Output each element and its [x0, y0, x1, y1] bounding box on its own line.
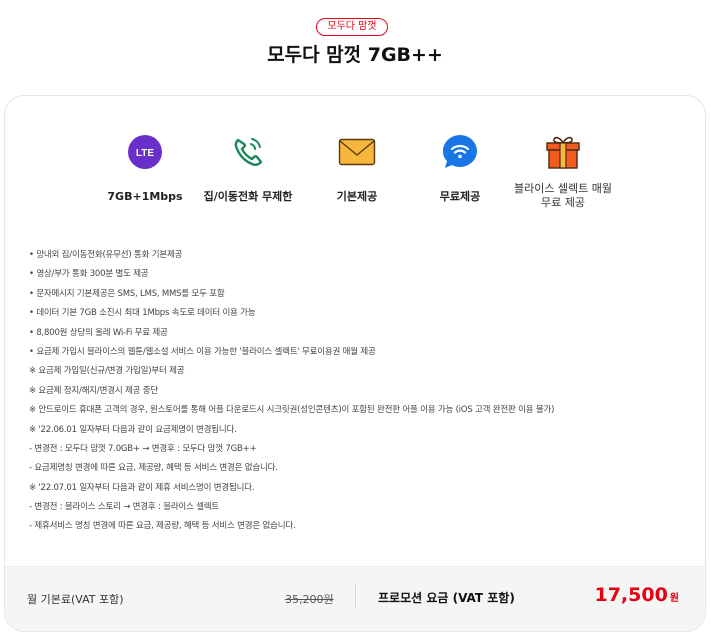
note-item: ※ 요금제 가입일(신규/변경 가입일)부터 제공 [29, 366, 185, 377]
note-item: • 영상/부가 통화 300분 별도 제공 [29, 269, 149, 280]
base-fee-label: 월 기본료(VAT 포함) [27, 593, 124, 606]
feature-label: 기본제공 [336, 190, 378, 203]
price-divider [355, 585, 356, 607]
feature-sms: 기본제공 [307, 132, 407, 204]
note-item: ※ 요금제 정지/해지/변경시 제공 중단 [29, 385, 158, 396]
feature-label: 7GB+1Mbps [107, 190, 183, 203]
plan-title: 모두다 맘껏 7GB++ [267, 44, 443, 66]
feature-label: 집/이동전화 무제한 [203, 190, 293, 203]
envelope-icon [337, 132, 377, 172]
note-item: - 변경전 : 블라이스 스토리 → 변경후 : 블라이스 셀렉트 [29, 502, 220, 513]
note-item: ※ '22.06.01 일자부터 다음과 같이 요금제명이 변경됩니다. [29, 424, 237, 435]
lte-icon-text: LTE [136, 148, 154, 159]
base-fee-price: 35,200원 [285, 593, 334, 606]
feature-data: LTE 7GB+1Mbps [95, 132, 195, 204]
note-item: ※ 안드로이드 휴대폰 고객의 경우, 원스토어를 통해 어플 다운로드시 시크… [29, 405, 555, 416]
promo-fee-price: 17,500 원 [594, 584, 679, 606]
plan-tag-badge: 모두다 맘껏 [316, 18, 388, 36]
feature-gift: 블라이스 셀렉트 매월 무료 제공 [513, 132, 613, 210]
note-item: - 요금제명칭 변경에 따른 요금, 제공량, 혜택 등 서비스 변경은 없습니… [29, 463, 278, 474]
note-item: - 변경전 : 모두다 맘껏 7.0GB+ → 변경후 : 모두다 맘껏 7GB… [29, 443, 257, 454]
wifi-icon [440, 132, 480, 172]
price-bar: 월 기본료(VAT 포함) 35,200원 프로모션 요금 (VAT 포함) 1… [5, 566, 705, 631]
note-item: • 8,800원 상당의 올레 Wi-Fi 무료 제공 [29, 327, 168, 338]
promo-fee-label: 프로모션 요금 (VAT 포함) [378, 591, 515, 605]
note-item: • 문자메시지 기본제공은 SMS, LMS, MMS를 모두 포함 [29, 288, 225, 299]
phone-call-icon [228, 132, 268, 172]
feature-label: 블라이스 셀렉트 매월 무료 제공 [513, 182, 613, 209]
note-item: • 요금제 가입시 블라이스의 웹툰/웹소설 서비스 이용 가능한 '블라이스 … [29, 346, 376, 357]
plan-detail-card: LTE 7GB+1Mbps 집/이동전화 무제한 기본제공 무료제공 블라이스 … [4, 95, 706, 632]
promo-price-unit: 원 [669, 593, 679, 604]
promo-price-value: 17,500 [594, 584, 668, 606]
note-item: • 데이터 기본 7GB 소진시 최대 1Mbps 속도로 데이터 이용 가능 [29, 308, 256, 319]
gift-icon [543, 132, 583, 172]
feature-list: LTE 7GB+1Mbps 집/이동전화 무제한 기본제공 무료제공 블라이스 … [5, 132, 705, 222]
feature-voice: 집/이동전화 무제한 [198, 132, 298, 204]
lte-icon: LTE [125, 132, 165, 172]
note-item: ※ '22.07.01 일자부터 다음과 같이 제휴 서비스명이 변경됩니다. [29, 482, 255, 493]
note-item: • 망내외 집/이동전화(유무선) 통화 기본제공 [29, 250, 183, 260]
plan-header: 모두다 맘껏 모두다 맘껏 7GB++ [0, 0, 710, 95]
feature-label: 무료제공 [439, 190, 481, 203]
feature-wifi: 무료제공 [410, 132, 510, 204]
note-item: - 제휴서비스 명칭 변경에 따른 요금, 제공량, 혜택 등 서비스 변경은 … [29, 521, 296, 532]
plan-notes: • 망내외 집/이동전화(유무선) 통화 기본제공 • 영상/부가 통화 300분… [29, 246, 689, 537]
